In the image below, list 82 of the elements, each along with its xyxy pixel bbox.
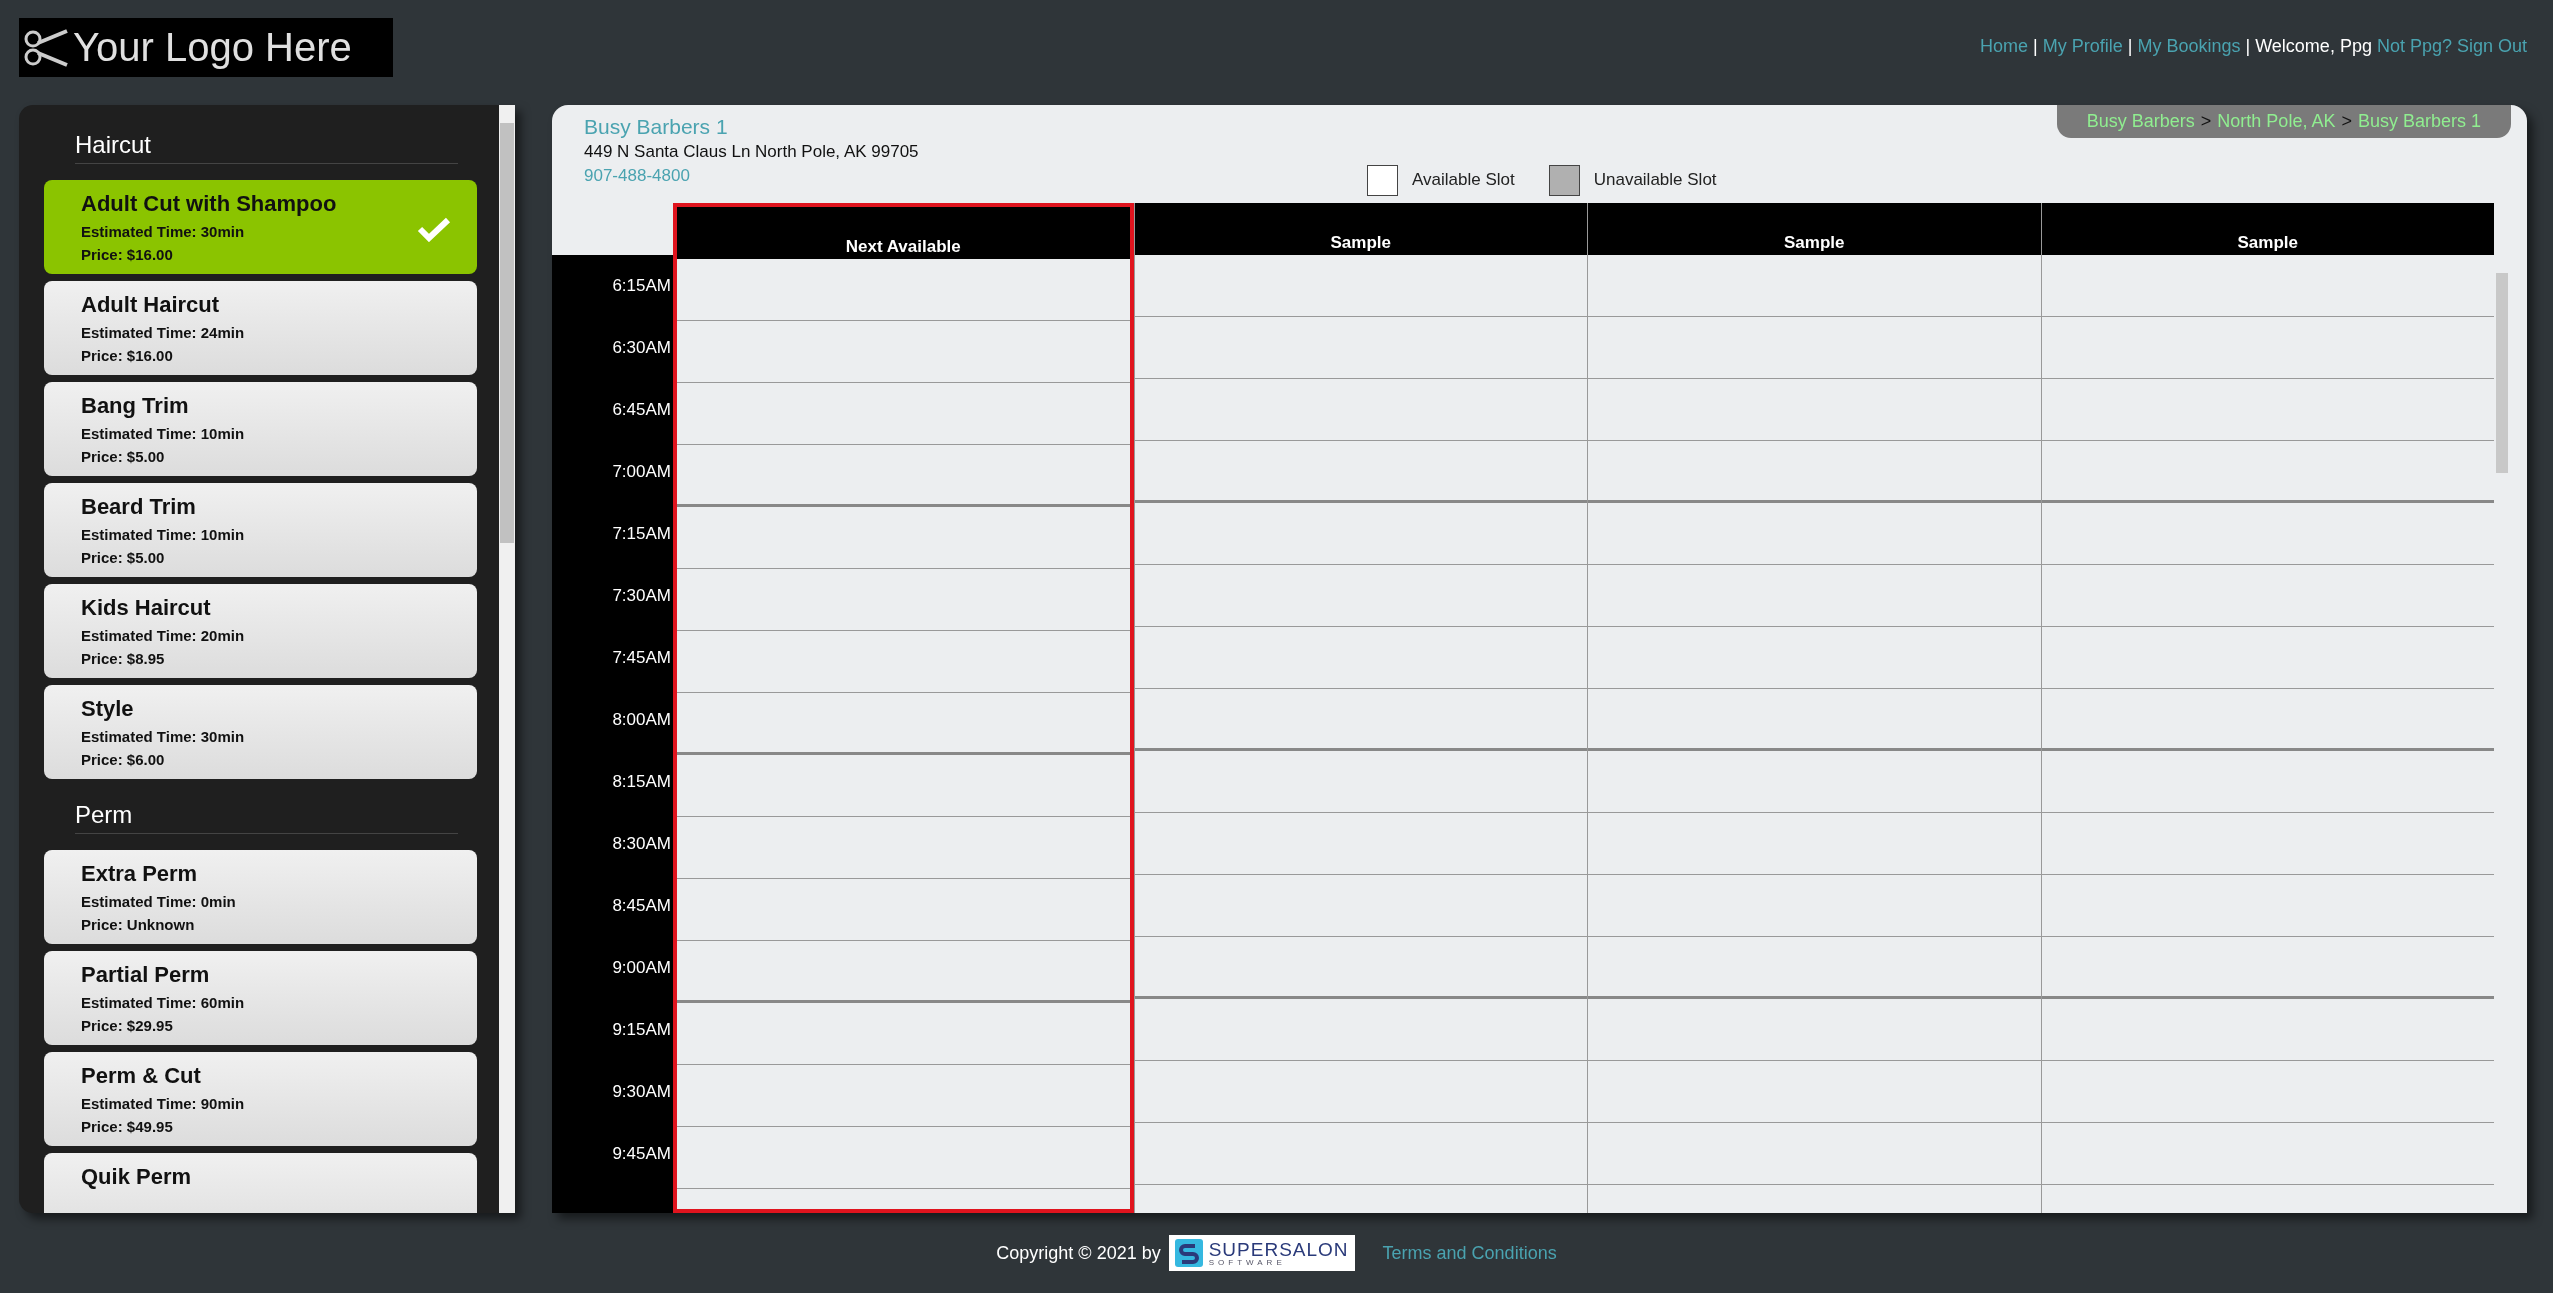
service-price: Price: $29.95 — [81, 1017, 173, 1034]
welcome-text: Welcome, Ppg — [2255, 36, 2372, 57]
nav-separator: | — [2127, 36, 2133, 57]
service-name: Quik Perm — [81, 1164, 192, 1190]
time-label: 9:30AM — [611, 1081, 672, 1103]
service-price: Price: $49.95 — [81, 1118, 173, 1135]
time-label: 7:15AM — [611, 523, 672, 545]
service-name: Kids Haircut — [81, 595, 211, 621]
scissors-icon — [23, 27, 71, 68]
time-label: 7:45AM — [611, 647, 672, 669]
scrollbar[interactable] — [499, 105, 515, 1213]
service-price: Price: $8.95 — [81, 650, 165, 667]
service-card[interactable]: Perm & Cut Estimated Time: 90min Price: $49.95 — [44, 1052, 477, 1146]
service-card[interactable]: Bang Trim Estimated Time: 10min Price: $5.00 — [44, 382, 477, 476]
breadcrumb-separator: > — [2200, 111, 2212, 132]
s-logo-icon — [1174, 1239, 1203, 1267]
checkmark-icon — [417, 216, 451, 242]
service-name: Extra Perm — [81, 861, 198, 887]
column-header: Sample — [2041, 203, 2494, 255]
category-heading: Haircut — [75, 131, 458, 164]
service-name: Adult Cut with Shampoo — [81, 191, 337, 217]
time-label: 9:00AM — [611, 957, 672, 979]
time-label: 8:00AM — [611, 709, 672, 731]
service-time: Estimated Time: 24min — [81, 324, 245, 341]
service-price: Price: $5.00 — [81, 448, 165, 465]
service-price: Price: Unknown — [81, 916, 195, 933]
nav-separator: | — [2245, 36, 2251, 57]
legend-label: Unavailable Slot — [1593, 170, 1717, 190]
time-label: 8:45AM — [611, 895, 672, 917]
service-card[interactable]: Partial Perm Estimated Time: 60min Price: $29.95 — [44, 951, 477, 1045]
category-heading: Perm — [75, 801, 458, 834]
service-card[interactable]: Beard Trim Estimated Time: 10min Price: $5.00 — [44, 483, 477, 577]
legend-label: Available Slot — [1412, 170, 1515, 190]
time-label: 8:30AM — [611, 833, 672, 855]
service-time: Estimated Time: 10min — [81, 526, 245, 543]
legend-swatch — [1548, 164, 1580, 196]
service-card[interactable]: Adult Cut with Shampoo Estimated Time: 30min Price: $16.00 — [44, 180, 477, 274]
time-label: 9:15AM — [611, 1019, 672, 1041]
service-card[interactable]: Style Estimated Time: 30min Price: $6.00 — [44, 685, 477, 779]
service-time: Estimated Time: 0min — [81, 893, 236, 910]
copyright-text: Copyright © 2021 by — [996, 1242, 1161, 1264]
service-card[interactable]: Kids Haircut Estimated Time: 20min Price: $8.95 — [44, 584, 477, 678]
service-name: Adult Haircut — [81, 292, 220, 318]
service-time: Estimated Time: 10min — [81, 425, 245, 442]
time-label: 7:30AM — [611, 585, 672, 607]
terms-link[interactable]: Terms and Conditions — [1382, 1242, 1557, 1264]
time-label: 6:15AM — [611, 275, 672, 297]
nav-link[interactable]: My Profile — [2042, 36, 2123, 57]
service-time: Estimated Time: 60min — [81, 994, 245, 1011]
service-name: Perm & Cut — [81, 1063, 201, 1089]
column-header: Sample — [1134, 203, 1587, 255]
time-label: 6:30AM — [611, 337, 672, 359]
nav-link[interactable]: Home — [1980, 36, 2029, 57]
service-price: Price: $16.00 — [81, 347, 173, 364]
service-name: Beard Trim — [81, 494, 196, 520]
service-time: Estimated Time: 90min — [81, 1095, 245, 1112]
service-card[interactable]: Extra Perm Estimated Time: 0min Price: Unknown — [44, 850, 477, 944]
breadcrumb-separator: > — [2341, 111, 2352, 132]
time-label: 8:15AM — [611, 771, 672, 793]
nav-link[interactable]: Not Ppg? Sign Out — [2376, 36, 2527, 57]
column-header: Sample — [1588, 203, 2041, 255]
service-price: Price: $16.00 — [81, 246, 173, 263]
brand-logo: SUPERSALON SOFTWARE — [1168, 1235, 1355, 1271]
service-card[interactable]: Adult Haircut Estimated Time: 24min Price: $16.00 — [44, 281, 477, 375]
column-header: Next Available — [677, 207, 1130, 259]
nav-link[interactable]: My Bookings — [2137, 36, 2241, 57]
service-time: Estimated Time: 20min — [81, 627, 245, 644]
service-price: Price: $6.00 — [81, 751, 165, 768]
legend-swatch — [1367, 164, 1398, 196]
service-name: Bang Trim — [81, 393, 189, 419]
nav-separator: | — [2033, 36, 2038, 57]
service-price: Price: $5.00 — [81, 549, 165, 566]
logo: Your Logo Here — [19, 18, 393, 77]
service-time: Estimated Time: 30min — [81, 728, 245, 745]
service-card[interactable]: Quik Perm — [44, 1153, 477, 1213]
time-label: 7:00AM — [611, 461, 672, 483]
service-name: Partial Perm — [81, 962, 210, 988]
location-address: 449 N Santa Claus Ln North Pole, AK 99705 — [584, 142, 920, 162]
time-label: 6:45AM — [611, 399, 672, 421]
service-time: Estimated Time: 30min — [81, 223, 245, 240]
service-name: Style — [81, 696, 134, 722]
time-label: 9:45AM — [611, 1143, 672, 1165]
